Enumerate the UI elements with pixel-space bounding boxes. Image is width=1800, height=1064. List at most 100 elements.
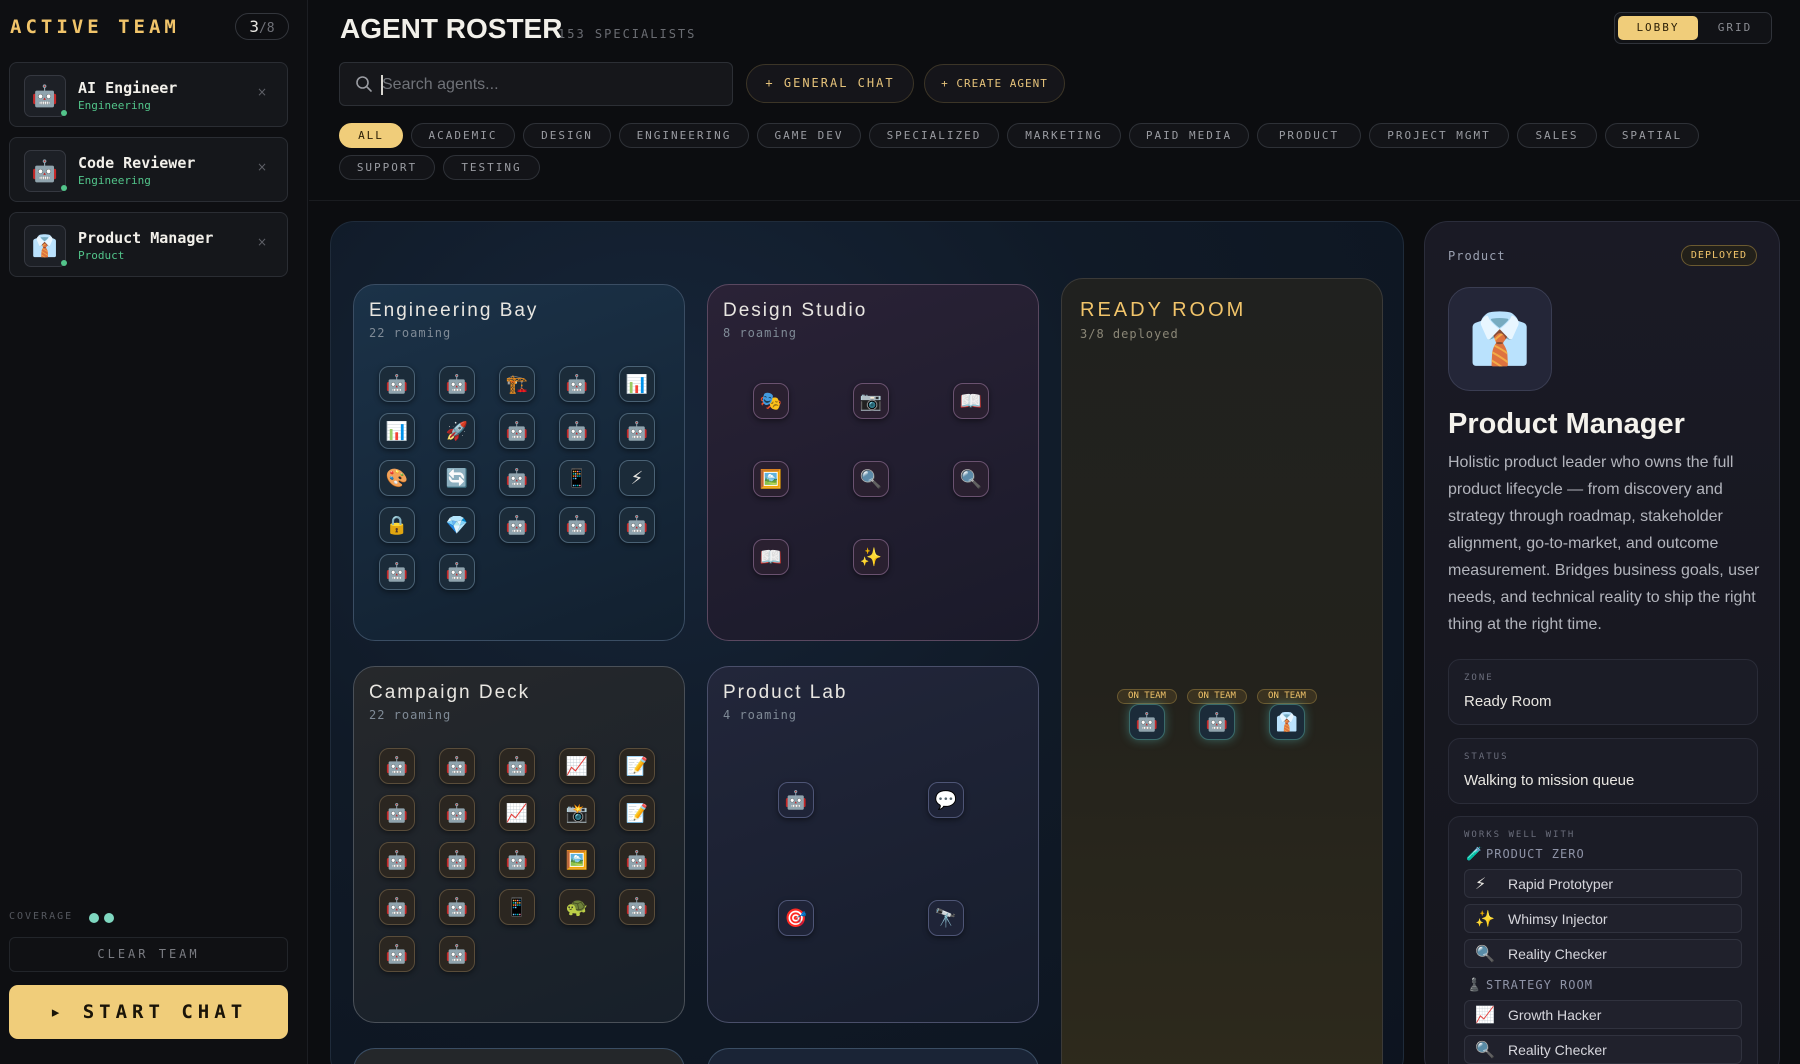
zone-engineering-bay[interactable]: Engineering Bay 22 roaming 🤖 🤖 🏗️ 🤖 📊 📊 🚀 🤖 🤖 🤖 🎨 🔄… bbox=[353, 284, 685, 641]
phone-icon[interactable]: 📱 bbox=[559, 460, 595, 496]
lightning-icon[interactable]: ⚡ bbox=[619, 460, 655, 496]
works-well-with-item[interactable]: ✨ Whimsy Injector bbox=[1464, 904, 1742, 933]
on-team-agent[interactable]: ON TEAM 🤖 bbox=[1187, 689, 1247, 749]
zone-ready-room[interactable]: READY ROOM 3/8 deployed ON TEAM 🤖 ON TEAM 🤖… bbox=[1061, 278, 1383, 1064]
robot-icon[interactable]: 🤖 bbox=[439, 842, 475, 878]
speech-bubble-icon[interactable]: 💬 bbox=[928, 782, 964, 818]
zone-design-studio[interactable]: Design Studio 8 roaming 🎭 📷 📖 🖼️ 🔍 🔍 📖 ✨ bbox=[707, 284, 1039, 641]
robot-icon[interactable]: 🤖 bbox=[499, 413, 535, 449]
filter-chip-all[interactable]: ALL bbox=[339, 123, 403, 148]
team-member-dept: Engineering bbox=[78, 99, 151, 112]
robot-icon[interactable]: 🤖 bbox=[439, 889, 475, 925]
phone-icon[interactable]: 📱 bbox=[499, 889, 535, 925]
palette-icon[interactable]: 🎨 bbox=[379, 460, 415, 496]
filter-chip-project-mgmt[interactable]: PROJECT MGMT bbox=[1369, 123, 1509, 148]
search-box bbox=[339, 62, 733, 106]
filter-chip-testing[interactable]: TESTING bbox=[443, 155, 540, 180]
filter-chip-design[interactable]: DESIGN bbox=[523, 123, 611, 148]
magnifier-icon[interactable]: 🔍 bbox=[953, 461, 989, 497]
filter-chip-specialized[interactable]: SPECIALIZED bbox=[869, 123, 999, 148]
team-member-card[interactable]: 🤖 AI Engineer Engineering × bbox=[9, 62, 288, 127]
team-member-card[interactable]: 🤖 Code Reviewer Engineering × bbox=[9, 137, 288, 202]
memo-icon[interactable]: 📝 bbox=[619, 795, 655, 831]
robot-icon[interactable]: 🤖 bbox=[379, 936, 415, 972]
picture-icon[interactable]: 🖼️ bbox=[753, 461, 789, 497]
turtle-icon[interactable]: 🐢 bbox=[559, 889, 595, 925]
online-status-dot bbox=[61, 260, 67, 266]
works-well-with-item[interactable]: 🔍 Reality Checker bbox=[1464, 939, 1742, 968]
robot-icon[interactable]: 🤖 bbox=[559, 413, 595, 449]
robot-icon[interactable]: 🤖 bbox=[619, 507, 655, 543]
zone-campaign-deck[interactable]: Campaign Deck 22 roaming 🤖 🤖 🤖 📈 📝 🤖 🤖 📈 📸 📝 🤖 🤖 🤖 🖼️… bbox=[353, 666, 685, 1023]
rocket-icon[interactable]: 🚀 bbox=[439, 413, 475, 449]
magnifier-icon[interactable]: 🔍 bbox=[853, 461, 889, 497]
create-agent-button[interactable]: + CREATE AGENT bbox=[924, 64, 1065, 103]
sparkles-icon[interactable]: ✨ bbox=[853, 539, 889, 575]
filter-chip-academic[interactable]: ACADEMIC bbox=[411, 123, 515, 148]
sidebar: ACTIVE TEAM 3/8 🤖 AI Engineer Engineerin… bbox=[0, 0, 308, 1064]
trend-chart-icon[interactable]: 📈 bbox=[559, 748, 595, 784]
remove-member-button[interactable]: × bbox=[257, 85, 267, 99]
filter-chip-marketing[interactable]: MARKETING bbox=[1007, 123, 1121, 148]
picture-icon[interactable]: 🖼️ bbox=[559, 842, 595, 878]
crane-icon[interactable]: 🏗️ bbox=[499, 366, 535, 402]
target-icon[interactable]: 🎯 bbox=[778, 900, 814, 936]
book-icon[interactable]: 📖 bbox=[753, 539, 789, 575]
on-team-agent[interactable]: ON TEAM 🤖 bbox=[1117, 689, 1177, 749]
general-chat-button[interactable]: + GENERAL CHAT bbox=[746, 64, 914, 103]
theater-masks-icon[interactable]: 🎭 bbox=[753, 383, 789, 419]
filter-chip-spatial[interactable]: SPATIAL bbox=[1605, 123, 1699, 148]
robot-icon[interactable]: 🤖 bbox=[379, 842, 415, 878]
robot-icon[interactable]: 🤖 bbox=[499, 748, 535, 784]
lock-icon[interactable]: 🔒 bbox=[379, 507, 415, 543]
telescope-icon[interactable]: 🔭 bbox=[928, 900, 964, 936]
robot-icon[interactable]: 🤖 bbox=[379, 795, 415, 831]
robot-icon[interactable]: 🤖 bbox=[619, 842, 655, 878]
grid-view-button[interactable]: GRID bbox=[1703, 16, 1767, 40]
robot-icon[interactable]: 🤖 bbox=[499, 842, 535, 878]
on-team-agent[interactable]: ON TEAM 👔 bbox=[1257, 689, 1317, 749]
filter-chip-engineering[interactable]: ENGINEERING bbox=[619, 123, 749, 148]
clear-team-button[interactable]: CLEAR TEAM bbox=[9, 937, 288, 972]
camera-flash-icon[interactable]: 📸 bbox=[559, 795, 595, 831]
gem-icon[interactable]: 💎 bbox=[439, 507, 475, 543]
robot-icon[interactable]: 🤖 bbox=[499, 460, 535, 496]
robot-icon[interactable]: 🤖 bbox=[379, 554, 415, 590]
robot-icon[interactable]: 🤖 bbox=[559, 366, 595, 402]
works-well-with-item[interactable]: 📈 Growth Hacker bbox=[1464, 1000, 1742, 1029]
robot-icon[interactable]: 🤖 bbox=[439, 795, 475, 831]
robot-icon[interactable]: 🤖 bbox=[619, 413, 655, 449]
start-chat-button[interactable]: ▸ START CHAT bbox=[9, 985, 288, 1039]
robot-icon[interactable]: 🤖 bbox=[619, 889, 655, 925]
team-member-card[interactable]: 👔 Product Manager Product × bbox=[9, 212, 288, 277]
robot-icon[interactable]: 🤖 bbox=[379, 889, 415, 925]
filter-chip-product[interactable]: PRODUCT bbox=[1257, 123, 1361, 148]
robot-icon[interactable]: 🤖 bbox=[499, 507, 535, 543]
book-icon[interactable]: 📖 bbox=[953, 383, 989, 419]
works-well-with-item[interactable]: 🔍 Reality Checker bbox=[1464, 1035, 1742, 1064]
sync-icon[interactable]: 🔄 bbox=[439, 460, 475, 496]
filter-chip-sales[interactable]: SALES bbox=[1517, 123, 1597, 148]
remove-member-button[interactable]: × bbox=[257, 160, 267, 174]
robot-icon[interactable]: 🤖 bbox=[439, 936, 475, 972]
memo-icon[interactable]: 📝 bbox=[619, 748, 655, 784]
robot-icon[interactable]: 🤖 bbox=[379, 366, 415, 402]
remove-member-button[interactable]: × bbox=[257, 235, 267, 249]
zone-product-lab[interactable]: Product Lab 4 roaming 🤖 💬 🎯 🔭 bbox=[707, 666, 1039, 1023]
works-well-with-item[interactable]: ⚡ Rapid Prototyper bbox=[1464, 869, 1742, 898]
filter-chip-game-dev[interactable]: GAME DEV bbox=[757, 123, 861, 148]
robot-icon[interactable]: 🤖 bbox=[439, 748, 475, 784]
camera-icon[interactable]: 📷 bbox=[853, 383, 889, 419]
trend-chart-icon[interactable]: 📈 bbox=[499, 795, 535, 831]
robot-icon[interactable]: 🤖 bbox=[439, 554, 475, 590]
search-input[interactable] bbox=[382, 72, 722, 98]
bar-chart-icon[interactable]: 📊 bbox=[379, 413, 415, 449]
robot-icon[interactable]: 🤖 bbox=[559, 507, 595, 543]
lobby-view-button[interactable]: LOBBY bbox=[1618, 16, 1698, 40]
robot-icon[interactable]: 🤖 bbox=[778, 782, 814, 818]
filter-chip-paid-media[interactable]: PAID MEDIA bbox=[1129, 123, 1249, 148]
robot-icon[interactable]: 🤖 bbox=[379, 748, 415, 784]
robot-icon[interactable]: 🤖 bbox=[439, 366, 475, 402]
filter-chip-support[interactable]: SUPPORT bbox=[339, 155, 435, 180]
bar-chart-icon[interactable]: 📊 bbox=[619, 366, 655, 402]
